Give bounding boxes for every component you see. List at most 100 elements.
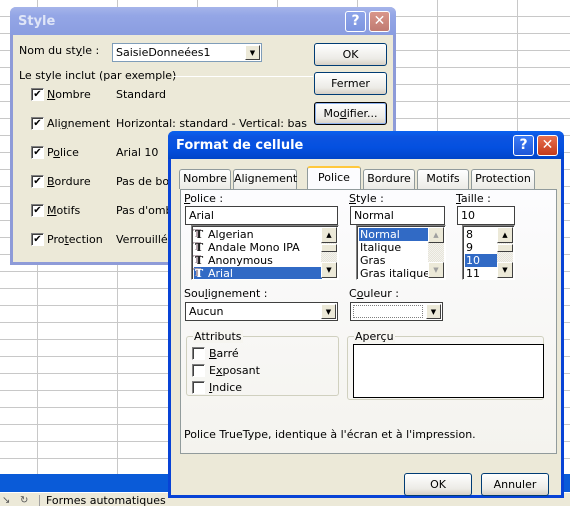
font-size-list[interactable]: 8 9 10 11 ▲ ▼ — [462, 225, 515, 280]
tab-alignment[interactable]: Alignement — [233, 169, 297, 189]
style-option[interactable]: Gras — [359, 254, 386, 267]
style-option-selected[interactable]: Normal — [359, 228, 429, 241]
tab-number[interactable]: Nombre — [179, 169, 231, 189]
font-style-input[interactable]: Normal — [350, 206, 445, 225]
strikethrough-label: Barré — [209, 347, 239, 360]
subscript-label: Indice — [209, 381, 243, 394]
chevron-down-icon[interactable]: ▼ — [245, 45, 260, 60]
attributes-group: Attributs Barré Exposant Indice — [186, 330, 339, 396]
format-dialog-titlebar[interactable]: Format de cellule ? ✕ — [168, 131, 564, 159]
subscript-checkbox[interactable] — [192, 381, 205, 394]
format-cells-dialog: Format de cellule ? ✕ Nombre Alignement … — [168, 131, 564, 498]
preview-group: Aperçu — [347, 330, 544, 400]
tab-strip: Nombre Alignement Police Bordure Motifs … — [179, 166, 559, 191]
style-dialog-titlebar[interactable]: Style ? ✕ — [10, 7, 396, 35]
font-option[interactable]: T Algerian — [194, 228, 254, 241]
scroll-down-icon[interactable]: ▼ — [497, 262, 513, 278]
scroll-thumb[interactable] — [497, 244, 513, 252]
close-icon[interactable]: ✕ — [537, 135, 558, 156]
font-size-value: 10 — [461, 209, 475, 222]
protection-checkbox[interactable]: ✔ — [31, 233, 44, 246]
info-text: Police TrueType, identique à l'écran et … — [184, 428, 476, 441]
font-size-input[interactable]: 10 — [457, 206, 515, 225]
modify-button[interactable]: Modifier... — [314, 102, 387, 125]
size-list-scrollbar[interactable]: ▲ ▼ — [497, 227, 513, 278]
font-option-selected[interactable]: T Arial — [194, 267, 322, 280]
scroll-up-icon[interactable]: ▲ — [428, 227, 444, 243]
arrow-tool-icon[interactable]: ↘ — [2, 495, 10, 506]
font-tab-panel: Police : Arial T Algerian T Andale Mono IP… — [180, 189, 557, 454]
border-checkbox[interactable]: ✔ — [31, 175, 44, 188]
scroll-down-icon[interactable]: ▼ — [321, 262, 337, 278]
style-name-label: Nom du style : — [19, 44, 100, 57]
font-name-input[interactable]: Arial — [185, 206, 338, 225]
font-option[interactable]: T Andale Mono IPA — [194, 241, 300, 254]
scroll-down-icon[interactable]: ▼ — [428, 262, 444, 278]
font-name-label: Police : — [184, 192, 224, 205]
preview-label: Aperçu — [354, 330, 395, 343]
preview-box — [353, 344, 544, 398]
tab-font[interactable]: Police — [307, 166, 361, 189]
tab-border[interactable]: Bordure — [363, 169, 415, 189]
cancel-button[interactable]: Annuler — [481, 473, 549, 496]
font-style-list[interactable]: Normal Italique Gras Gras italique ▲ ▼ — [356, 225, 446, 280]
font-list[interactable]: T Algerian T Andale Mono IPA T Anonymous TA… — [191, 225, 339, 280]
font-label: Police — [47, 146, 79, 159]
color-swatch — [353, 305, 423, 318]
font-name-value: Arial — [189, 209, 214, 222]
color-label: Couleur : — [349, 287, 399, 300]
style-name-combo[interactable]: SaisieDonneées1 ▼ — [112, 43, 262, 62]
autoshapes-menu[interactable]: Formes automatiques — [46, 494, 166, 506]
chevron-down-icon[interactable]: ▼ — [426, 304, 441, 319]
scroll-up-icon[interactable]: ▲ — [497, 227, 513, 243]
help-icon[interactable]: ? — [513, 135, 534, 156]
style-dialog-title: Style — [18, 14, 56, 29]
font-option[interactable]: T Anonymous — [194, 254, 273, 267]
scroll-up-icon[interactable]: ▲ — [321, 227, 337, 243]
close-icon[interactable]: ✕ — [369, 11, 390, 32]
truetype-icon: T — [195, 254, 204, 267]
size-option[interactable]: 9 — [465, 241, 473, 254]
color-combo[interactable]: ▼ — [350, 302, 443, 321]
size-option-selected[interactable]: 10 — [465, 254, 498, 267]
size-option[interactable]: 8 — [465, 228, 473, 241]
number-checkbox[interactable]: ✔ — [31, 88, 44, 101]
protection-value: Verrouillé — [116, 233, 168, 246]
strikethrough-checkbox[interactable] — [192, 347, 205, 360]
font-list-scrollbar[interactable]: ▲ ▼ — [321, 227, 337, 278]
rotate-tool-icon[interactable]: ↻ — [20, 495, 28, 506]
font-checkbox[interactable]: ✔ — [31, 146, 44, 159]
close-button[interactable]: Fermer — [314, 72, 387, 95]
patterns-label: Motifs — [47, 204, 81, 217]
group-divider — [173, 76, 313, 77]
style-name-value: SaisieDonneées1 — [116, 46, 211, 59]
superscript-checkbox[interactable] — [192, 364, 205, 377]
alignment-value: Horizontal: standard - Vertical: bas — [116, 117, 307, 130]
style-option[interactable]: Italique — [359, 241, 401, 254]
help-icon[interactable]: ? — [345, 11, 366, 32]
toolbar-separator — [39, 495, 40, 506]
truetype-icon: T — [195, 241, 204, 254]
number-label: Nombre — [47, 88, 91, 101]
scroll-thumb[interactable] — [321, 244, 337, 252]
underline-combo[interactable]: Aucun ▼ — [185, 302, 338, 321]
font-style-value: Normal — [354, 209, 394, 222]
format-dialog-title: Format de cellule — [176, 138, 304, 153]
font-style-label: Style : — [349, 192, 384, 205]
underline-value: Aucun — [189, 305, 224, 318]
truetype-icon: T — [195, 267, 204, 280]
alignment-checkbox[interactable]: ✔ — [31, 117, 44, 130]
style-option[interactable]: Gras italique — [359, 267, 430, 279]
font-size-label: Taille : — [456, 192, 491, 205]
size-option[interactable]: 11 — [465, 267, 480, 279]
patterns-checkbox[interactable]: ✔ — [31, 204, 44, 217]
protection-label: Protection — [47, 233, 103, 246]
tab-patterns[interactable]: Motifs — [417, 169, 469, 189]
chevron-down-icon[interactable]: ▼ — [321, 304, 336, 319]
tab-protection[interactable]: Protection — [471, 169, 535, 189]
ok-button[interactable]: OK — [404, 473, 472, 496]
alignment-label: Alignement — [47, 117, 111, 130]
ok-button[interactable]: OK — [314, 43, 387, 66]
truetype-icon: T — [195, 228, 204, 241]
style-list-scrollbar[interactable]: ▲ ▼ — [428, 227, 444, 278]
